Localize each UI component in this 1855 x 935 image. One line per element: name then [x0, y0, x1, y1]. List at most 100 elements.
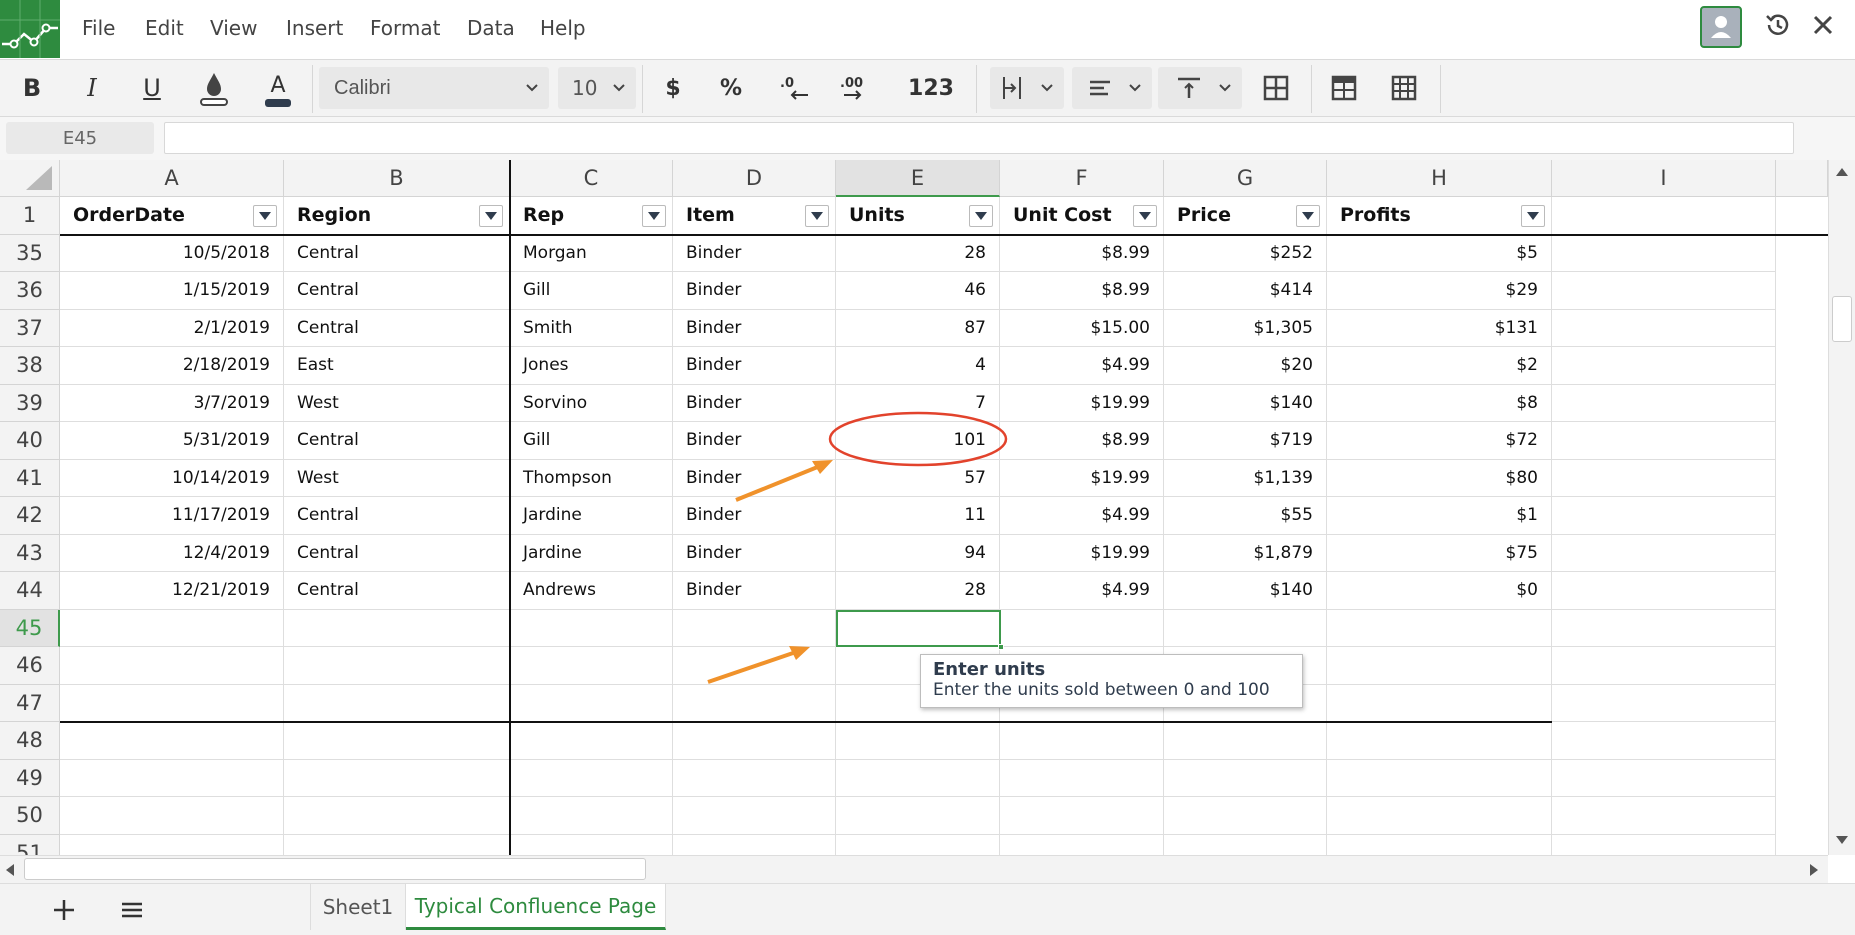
table-cell[interactable]: Central: [284, 422, 510, 460]
sheet-list-icon[interactable]: [118, 896, 146, 924]
formula-input[interactable]: [164, 122, 1794, 154]
table-cell[interactable]: [1552, 684, 1776, 722]
row-header[interactable]: 50: [0, 797, 60, 835]
scroll-left-icon[interactable]: [4, 863, 16, 877]
table-cell[interactable]: [1552, 459, 1776, 497]
row-header[interactable]: 37: [0, 309, 60, 347]
table-cell[interactable]: $1,139: [1164, 459, 1327, 497]
table-cell[interactable]: [1552, 834, 1776, 855]
table-cell[interactable]: $131: [1327, 309, 1552, 347]
table-cell[interactable]: [673, 759, 836, 797]
menu-format[interactable]: Format: [370, 16, 440, 40]
row-header[interactable]: 49: [0, 759, 60, 797]
table-cell[interactable]: [1327, 684, 1552, 722]
filter-dropdown-icon[interactable]: [1133, 205, 1157, 227]
fill-color-icon[interactable]: [194, 68, 234, 108]
table-cell[interactable]: [510, 647, 673, 685]
table-cell[interactable]: Binder: [673, 572, 836, 610]
header-cell[interactable]: OrderDate: [60, 197, 284, 235]
row-header[interactable]: 51: [0, 834, 60, 855]
table-cell[interactable]: 4: [836, 347, 1000, 385]
table-cell[interactable]: $0: [1327, 572, 1552, 610]
horizontal-align-select[interactable]: [1072, 67, 1152, 109]
table-cell[interactable]: [510, 797, 673, 835]
table-cell[interactable]: Binder: [673, 272, 836, 310]
table-cell[interactable]: [1327, 797, 1552, 835]
table-cell[interactable]: 12/4/2019: [60, 534, 284, 572]
table-cell[interactable]: West: [284, 384, 510, 422]
table-cell[interactable]: [60, 759, 284, 797]
table-cell[interactable]: Smith: [510, 309, 673, 347]
filter-dropdown-icon[interactable]: [1296, 205, 1320, 227]
table-cell[interactable]: [510, 759, 673, 797]
increase-decimal-icon[interactable]: .00: [834, 68, 880, 108]
table-cell[interactable]: [1000, 797, 1164, 835]
vertical-scroll-thumb[interactable]: [1832, 296, 1852, 342]
table-cell[interactable]: [673, 684, 836, 722]
table-cell[interactable]: [284, 609, 510, 647]
table-cell[interactable]: $2: [1327, 347, 1552, 385]
row-header[interactable]: 36: [0, 272, 60, 310]
table-cell[interactable]: Thompson: [510, 459, 673, 497]
table-cell[interactable]: 11/17/2019: [60, 497, 284, 535]
table-cell[interactable]: [1000, 609, 1164, 647]
table-cell[interactable]: [1164, 797, 1327, 835]
table-cell[interactable]: [673, 797, 836, 835]
table-cell[interactable]: [673, 647, 836, 685]
table-cell[interactable]: Jones: [510, 347, 673, 385]
table-cell[interactable]: [836, 759, 1000, 797]
table-cell[interactable]: [510, 834, 673, 855]
table-cell[interactable]: Central: [284, 534, 510, 572]
header-cell[interactable]: [1552, 197, 1776, 235]
table-cell[interactable]: [60, 609, 284, 647]
table-cell[interactable]: [510, 684, 673, 722]
table-cell[interactable]: East: [284, 347, 510, 385]
row-header[interactable]: 40: [0, 422, 60, 460]
sheet-tab-typical-confluence-page[interactable]: Typical Confluence Page: [406, 884, 666, 930]
row-header[interactable]: 46: [0, 647, 60, 685]
header-cell[interactable]: Region: [284, 197, 510, 235]
row-header[interactable]: 45: [0, 609, 60, 647]
scroll-down-icon[interactable]: [1834, 834, 1850, 846]
table-cell[interactable]: Binder: [673, 309, 836, 347]
row-header[interactable]: 48: [0, 722, 60, 760]
table-cell[interactable]: 28: [836, 572, 1000, 610]
table-cell[interactable]: Binder: [673, 347, 836, 385]
table-cell[interactable]: $29: [1327, 272, 1552, 310]
add-sheet-icon[interactable]: [50, 896, 78, 924]
table-cell[interactable]: [284, 834, 510, 855]
table-cell[interactable]: $8.99: [1000, 272, 1164, 310]
table-cell[interactable]: Sorvino: [510, 384, 673, 422]
table-cell[interactable]: [60, 834, 284, 855]
table-cell[interactable]: $20: [1164, 347, 1327, 385]
table-cell[interactable]: [1327, 609, 1552, 647]
table-cell[interactable]: 10/5/2018: [60, 234, 284, 272]
table-cell[interactable]: $4.99: [1000, 347, 1164, 385]
font-size-select[interactable]: 10: [558, 67, 636, 109]
underline-button[interactable]: U: [132, 68, 172, 108]
font-color-icon[interactable]: A: [258, 68, 298, 108]
table-cell[interactable]: [673, 609, 836, 647]
table-cell[interactable]: Binder: [673, 422, 836, 460]
table-cell[interactable]: [1552, 234, 1776, 272]
table-cell[interactable]: Jardine: [510, 497, 673, 535]
table-cell[interactable]: 10/14/2019: [60, 459, 284, 497]
table-cell[interactable]: [1164, 759, 1327, 797]
menu-data[interactable]: Data: [467, 16, 515, 40]
filter-dropdown-icon[interactable]: [1521, 205, 1545, 227]
font-family-select[interactable]: Calibri: [319, 67, 549, 109]
table-cell[interactable]: 1/15/2019: [60, 272, 284, 310]
column-header-h[interactable]: H: [1327, 160, 1552, 197]
table-cell[interactable]: 46: [836, 272, 1000, 310]
filter-dropdown-icon[interactable]: [253, 205, 277, 227]
table-cell[interactable]: Central: [284, 497, 510, 535]
table-cell[interactable]: $414: [1164, 272, 1327, 310]
menu-file[interactable]: File: [82, 16, 115, 40]
bold-button[interactable]: B: [12, 68, 52, 108]
table-cell[interactable]: [510, 609, 673, 647]
header-cell[interactable]: Item: [673, 197, 836, 235]
table-cell[interactable]: [1000, 722, 1164, 760]
table-cell[interactable]: $8.99: [1000, 422, 1164, 460]
table-cell[interactable]: $55: [1164, 497, 1327, 535]
percent-format-button[interactable]: %: [710, 68, 752, 108]
